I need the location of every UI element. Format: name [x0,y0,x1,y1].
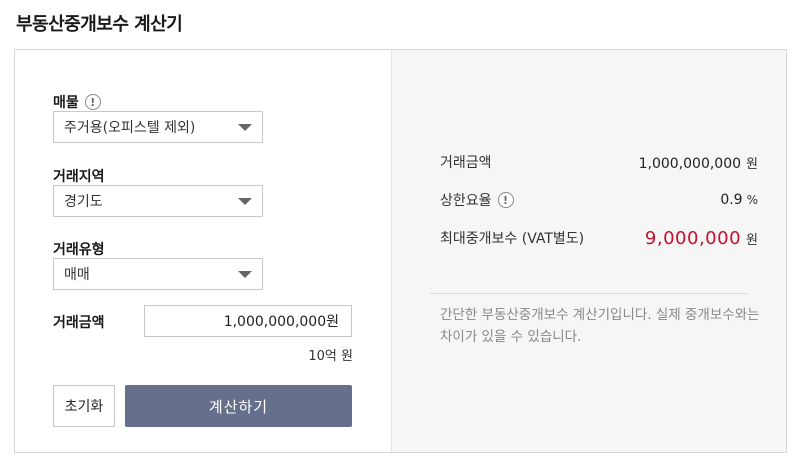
property-select[interactable]: 주거용(오피스텔 제외) [53,111,263,143]
result-rate-value: 0.9 [720,192,743,208]
property-select-value: 주거용(오피스텔 제외) [64,120,196,136]
amount-input[interactable]: 1,000,000,000원 [144,305,352,337]
result-panel: 거래금액 1,000,000,000 원 상한요율 ! 0.9 % 최대중개보수… [391,50,786,452]
amount-label: 거래금액 [53,315,105,331]
notice-text: 간단한 부동산중개보수 계산기입니다. 실제 중개보수와는 차이가 있을 수 있… [440,307,760,345]
result-rate-label: 상한요율 ! [440,190,514,210]
region-select-value: 경기도 [64,194,103,210]
result-rate: 0.9 % [720,192,758,208]
result-amount-unit: 원 [746,156,758,172]
result-rate-label-text: 상한요율 [440,193,492,209]
deal-type-select[interactable]: 매매 [53,258,263,290]
property-label-text: 매물 [53,95,79,111]
info-icon[interactable]: ! [497,192,514,208]
chevron-down-icon [238,124,252,131]
result-max-fee: 9,000,000 원 [645,228,758,249]
info-icon[interactable]: ! [84,94,101,110]
page-title: 부동산중개보수 계산기 [16,14,183,35]
input-panel: 매물 ! 주거용(오피스텔 제외) 거래지역 경기도 거래유형 매매 거래금액 … [15,50,391,452]
calculator-card: 매물 ! 주거용(오피스텔 제외) 거래지역 경기도 거래유형 매매 거래금액 … [14,49,787,453]
result-max-fee-unit: 원 [746,232,758,248]
calculate-button[interactable]: 계산하기 [125,385,352,427]
property-label: 매물 ! [53,92,101,112]
divider [430,293,748,294]
deal-type-select-value: 매매 [64,267,90,283]
deal-type-label: 거래유형 [53,242,105,258]
region-select[interactable]: 경기도 [53,185,263,217]
result-amount-value: 1,000,000,000 [638,155,742,172]
chevron-down-icon [238,271,252,278]
result-rate-row: 상한요율 ! 0.9 % [440,188,758,212]
result-max-fee-value: 9,000,000 [644,227,742,249]
amount-hint: 10억 원 [308,349,353,364]
chevron-down-icon [238,198,252,205]
result-max-fee-label: 최대중개보수 (VAT별도) [440,231,585,247]
result-amount: 1,000,000,000 원 [639,153,758,172]
result-amount-row: 거래금액 1,000,000,000 원 [440,150,758,174]
result-rate-unit: % [746,193,758,207]
result-max-fee-row: 최대중개보수 (VAT별도) 9,000,000 원 [440,226,758,250]
result-amount-label: 거래금액 [440,155,492,171]
reset-button[interactable]: 초기화 [53,385,115,427]
region-label: 거래지역 [53,169,105,185]
